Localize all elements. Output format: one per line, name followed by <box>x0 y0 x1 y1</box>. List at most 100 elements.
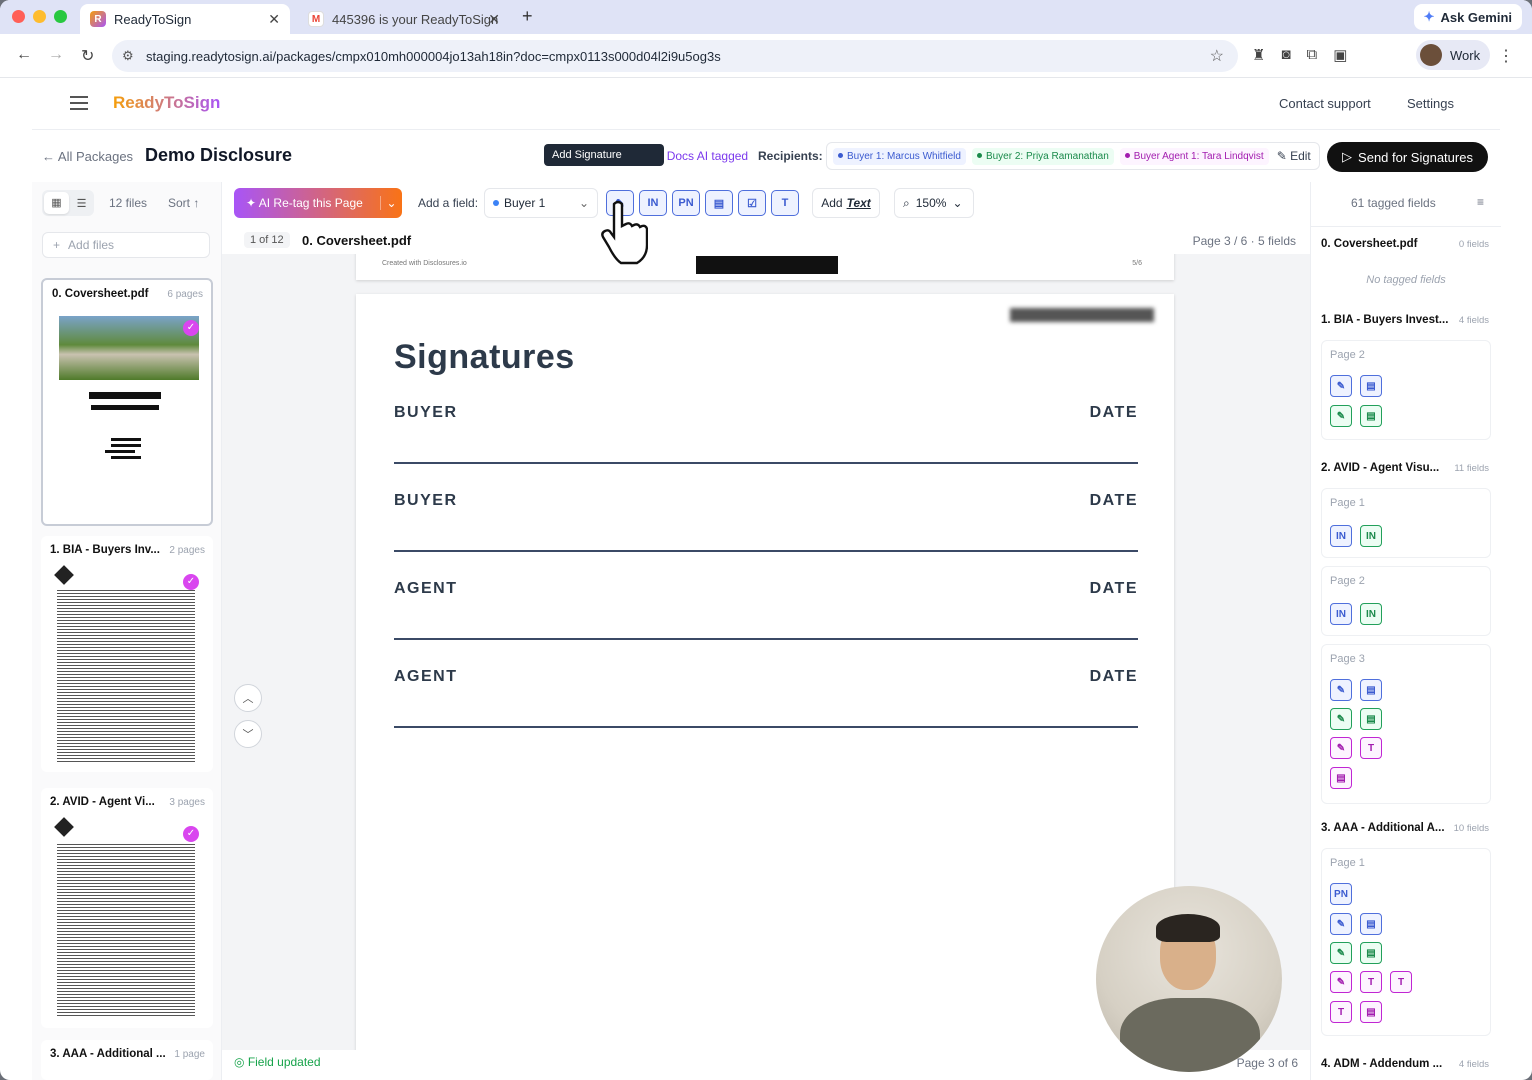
add-text-field-button[interactable]: T <box>771 190 799 216</box>
section-title: 1. BIA - Buyers Invest... <box>1321 314 1449 326</box>
add-date-button[interactable]: ▤ <box>705 190 733 216</box>
minimize-window-button[interactable] <box>33 10 46 23</box>
add-text-label-italic: Text <box>846 196 871 210</box>
form-logo-icon <box>54 817 74 837</box>
hamburger-menu-icon[interactable] <box>70 96 88 110</box>
gmail-favicon-icon: M <box>308 11 324 27</box>
signature-field-icon[interactable]: ✎ <box>1330 942 1352 964</box>
send-for-signatures-button[interactable]: ▷ Send for Signatures <box>1327 142 1488 172</box>
recipient-dot-icon <box>976 153 982 159</box>
date-field-icon[interactable]: ▤ <box>1360 375 1382 397</box>
browser-menu-icon[interactable]: ⋮ <box>1498 46 1514 66</box>
next-page-button[interactable]: ﹀ <box>234 720 262 748</box>
previous-page-button[interactable]: ︿ <box>234 684 262 712</box>
grid-view-icon[interactable]: ▦ <box>44 192 69 214</box>
app-logo[interactable]: ReadyToSign <box>113 93 220 113</box>
thumbnail-text-lines <box>57 588 195 764</box>
signature-line: BUYER DATE <box>394 404 1138 464</box>
file-card[interactable]: 1. BIA - Buyers Inv... 2 pages ✓ <box>41 536 213 772</box>
add-files-button[interactable]: + Add files <box>42 232 210 258</box>
close-tab-icon[interactable]: ✕ <box>268 11 280 28</box>
app-header: ReadyToSign Contact support Settings <box>32 78 1500 130</box>
text-field-icon[interactable]: T <box>1360 737 1382 759</box>
signature-field-icon[interactable]: ✎ <box>1330 737 1352 759</box>
signature-field-icon[interactable]: ✎ <box>1330 679 1352 701</box>
date-field-icon[interactable]: ▤ <box>1330 767 1352 789</box>
signature-field-icon[interactable]: ✎ <box>1330 913 1352 935</box>
screen-cast-icon[interactable]: ▣ <box>1333 46 1347 64</box>
recipient-chip-buyer-1[interactable]: Buyer 1: Marcus Whitfield <box>833 147 966 165</box>
plus-icon: + <box>53 238 61 252</box>
url-text: staging.readytosign.ai/packages/cmpx010m… <box>146 48 721 64</box>
initials-field-icon[interactable]: IN <box>1330 603 1352 625</box>
recipient-select[interactable]: Buyer 1 ⌄ <box>484 188 598 218</box>
sort-button[interactable]: Sort ↑ <box>168 196 199 210</box>
presenter-hair <box>1156 914 1220 942</box>
ai-retag-label: AI Re-tag this Page <box>258 196 363 210</box>
text-field-icon[interactable]: T <box>1390 971 1412 993</box>
profile-button[interactable]: Work <box>1416 40 1491 70</box>
new-tab-icon[interactable]: + <box>522 6 533 27</box>
extension-icon[interactable]: ♜ <box>1252 46 1265 64</box>
printed-name-field-icon[interactable]: PN <box>1330 883 1352 905</box>
add-checkbox-button[interactable]: ☑ <box>738 190 766 216</box>
file-card[interactable]: 0. Coversheet.pdf 6 pages ✓ <box>41 278 213 526</box>
ask-gemini-button[interactable]: ✦ Ask Gemini <box>1413 4 1522 30</box>
url-field[interactable]: ⚙ staging.readytosign.ai/packages/cmpx01… <box>112 40 1238 72</box>
site-settings-icon[interactable]: ⚙ <box>122 48 134 64</box>
file-card[interactable]: 2. AVID - Agent Vi... 3 pages ✓ <box>41 788 213 1028</box>
browser-tab-gmail[interactable]: M 445396 is your ReadyToSign ✕ <box>298 4 510 34</box>
signature-field-icon[interactable]: ✎ <box>1330 375 1352 397</box>
text-field-icon[interactable]: T <box>1330 1001 1352 1023</box>
back-arrow-icon[interactable]: ← <box>16 46 32 64</box>
file-pages: 2 pages <box>169 545 205 556</box>
bookmark-star-icon[interactable]: ☆ <box>1210 46 1224 66</box>
section-count: 4 fields <box>1458 1059 1489 1070</box>
field-toolbar: ✦ AI Re-tag this Page ⌄ Add a field: Buy… <box>222 182 1310 228</box>
page-field-group: Page 2 IN IN <box>1321 566 1491 636</box>
zoom-select[interactable]: ⌕ 150% ⌄ <box>894 188 974 218</box>
recipient-chip-buyer-agent-1[interactable]: Buyer Agent 1: Tara Lindqvist <box>1119 147 1269 165</box>
date-field-icon[interactable]: ▤ <box>1360 1001 1382 1023</box>
date-field-icon[interactable]: ▤ <box>1360 679 1382 701</box>
section-count: 11 fields <box>1454 463 1489 474</box>
recipients-list[interactable]: Buyer 1: Marcus Whitfield Buyer 2: Priya… <box>826 142 1320 170</box>
view-toggle[interactable]: ▦ ☰ <box>42 190 94 216</box>
recipient-dot-icon <box>838 153 843 159</box>
chevron-down-icon[interactable]: ⌄ <box>380 196 402 210</box>
list-view-icon[interactable]: ☰ <box>69 197 94 210</box>
contact-support-link[interactable]: Contact support <box>1279 96 1371 111</box>
camera-icon[interactable]: ◙ <box>1281 46 1290 64</box>
add-printed-name-button[interactable]: PN <box>672 190 700 216</box>
browser-tab-readytosign[interactable]: R ReadyToSign ✕ <box>80 4 290 34</box>
all-packages-link[interactable]: ← All Packages <box>42 149 133 164</box>
initials-field-icon[interactable]: IN <box>1330 525 1352 547</box>
maximize-window-button[interactable] <box>54 10 67 23</box>
initials-field-icon[interactable]: IN <box>1360 525 1382 547</box>
date-field-icon[interactable]: ▤ <box>1360 405 1382 427</box>
signature-line: BUYER DATE <box>394 492 1138 552</box>
date-field-icon[interactable]: ▤ <box>1360 942 1382 964</box>
add-text-button[interactable]: Add Text <box>812 188 880 218</box>
date-field-icon[interactable]: ▤ <box>1360 708 1382 730</box>
ask-gemini-label: Ask Gemini <box>1440 9 1512 25</box>
close-window-button[interactable] <box>12 10 25 23</box>
signature-field-icon[interactable]: ✎ <box>1330 971 1352 993</box>
signature-field-icon[interactable]: ✎ <box>1330 405 1352 427</box>
ai-retag-button[interactable]: ✦ AI Re-tag this Page ⌄ <box>234 188 402 218</box>
edit-recipients-button[interactable]: ✎ Edit <box>1277 149 1311 163</box>
puzzle-icon[interactable]: ⧉ <box>1307 46 1318 64</box>
settings-link[interactable]: Settings <box>1407 96 1454 111</box>
file-thumbnail: ✓ <box>53 564 199 766</box>
close-tab-icon[interactable]: ✕ <box>488 11 500 28</box>
file-card[interactable]: 3. AAA - Additional ... 1 page <box>41 1040 213 1080</box>
initials-field-icon[interactable]: IN <box>1360 603 1382 625</box>
recipient-chip-buyer-2[interactable]: Buyer 2: Priya Ramanathan <box>971 147 1114 165</box>
forward-arrow-icon[interactable]: → <box>48 46 64 64</box>
reload-icon[interactable]: ↻ <box>81 46 94 66</box>
filter-icon[interactable]: ≡ <box>1477 195 1484 209</box>
date-field-icon[interactable]: ▤ <box>1360 913 1382 935</box>
add-field-label: Add a field: <box>418 196 479 210</box>
text-field-icon[interactable]: T <box>1360 971 1382 993</box>
signature-field-icon[interactable]: ✎ <box>1330 708 1352 730</box>
